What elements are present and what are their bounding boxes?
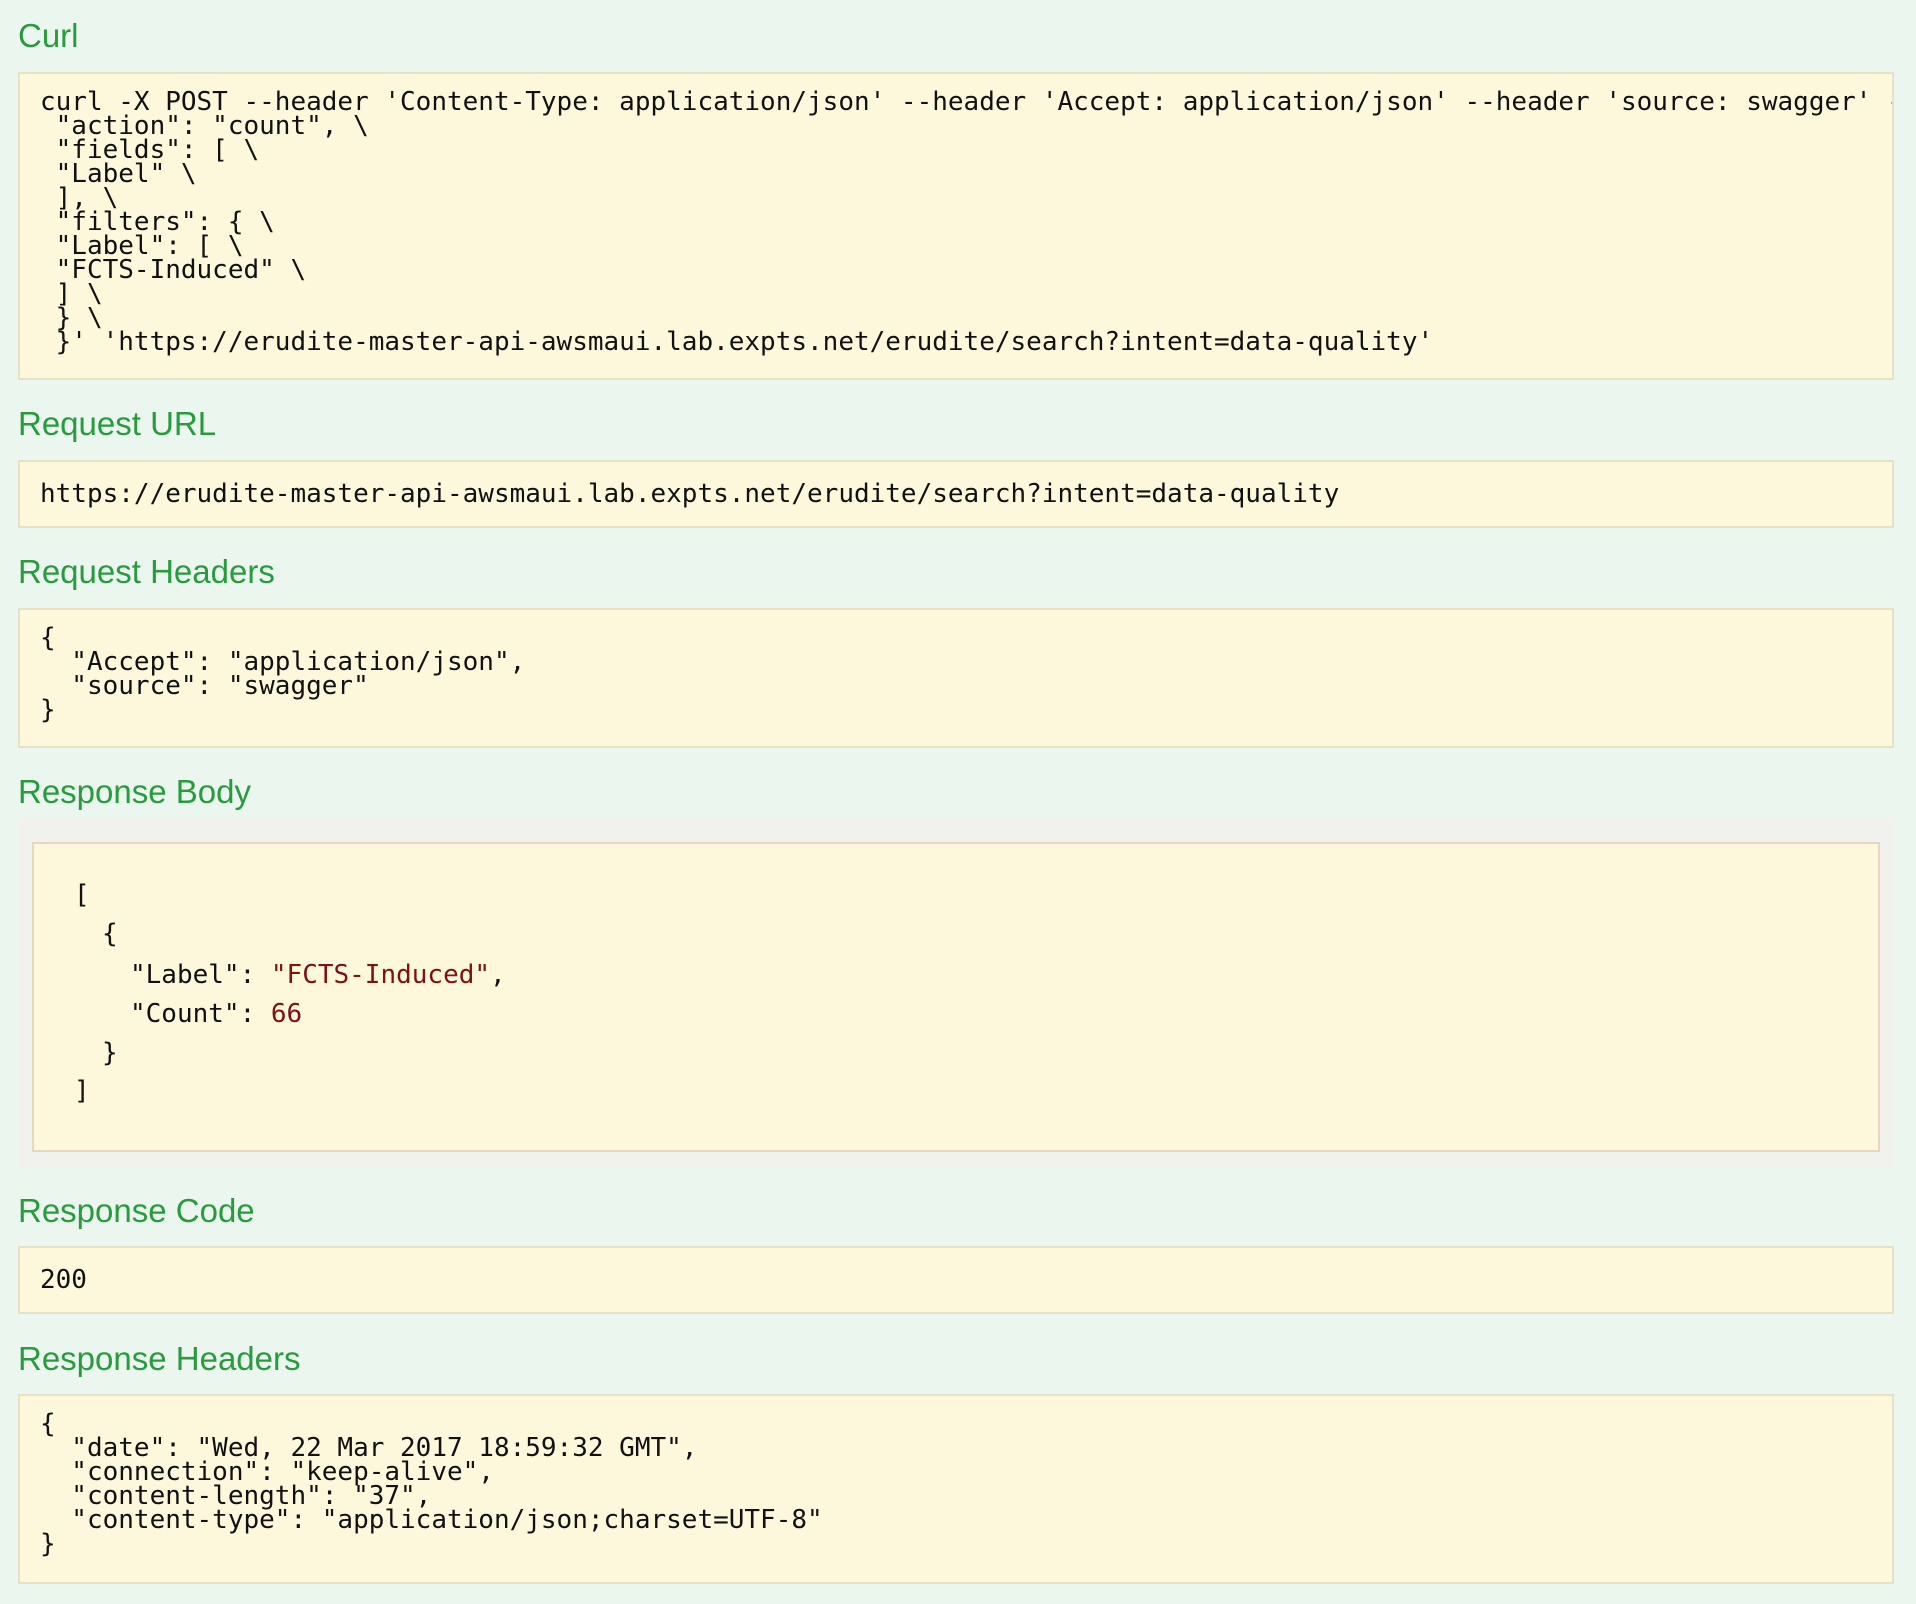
curl-section-title: Curl <box>18 17 79 54</box>
response-body-section-title: Response Body <box>18 773 251 810</box>
response-close-object: } <box>102 1038 118 1068</box>
response-open-array: [ <box>74 880 90 910</box>
api-response-panel: Curl curl -X POST --header 'Content-Type… <box>0 0 1900 1604</box>
request-url-text[interactable]: https://erudite-master-api-awsmaui.lab.e… <box>40 479 1339 509</box>
request-headers-section-title: Request Headers <box>18 553 275 590</box>
response-body-outer-panel: [ { "Label": "FCTS-Induced", "Count": 66… <box>18 818 1894 1168</box>
request-headers-text[interactable]: { "Accept": "application/json", "source"… <box>40 625 525 725</box>
response-label-key: "Label": <box>130 960 271 990</box>
response-count-line: "Count": 66 <box>130 999 302 1029</box>
response-code-block[interactable]: 200 <box>18 1246 1894 1314</box>
response-count-value: 66 <box>270 999 303 1029</box>
response-open-object: { <box>102 919 118 949</box>
response-close-array: ] <box>74 1076 90 1106</box>
response-header-line-6: } <box>40 1529 56 1559</box>
response-body-code-block[interactable]: [ { "Label": "FCTS-Induced", "Count": 66… <box>32 842 1880 1152</box>
response-headers-section-title: Response Headers <box>18 1340 301 1377</box>
curl-line-11: }' 'https://erudite-master-api-awsmaui.l… <box>40 327 1434 357</box>
request-header-line-3: "source": "swagger" <box>40 671 369 701</box>
response-count-key: "Count": <box>130 999 271 1029</box>
response-headers-text[interactable]: { "date": "Wed, 22 Mar 2017 18:59:32 GMT… <box>40 1411 823 1559</box>
request-url-section-title: Request URL <box>18 405 217 442</box>
response-code-value[interactable]: 200 <box>40 1265 87 1295</box>
response-header-line-5: "content-type": "application/json;charse… <box>40 1505 823 1535</box>
request-url-code-block[interactable]: https://erudite-master-api-awsmaui.lab.e… <box>18 460 1894 528</box>
curl-command-text[interactable]: curl -X POST --header 'Content-Type: app… <box>40 89 1892 357</box>
response-label-value: "FCTS-Induced" <box>270 960 491 990</box>
response-headers-code-block[interactable]: { "date": "Wed, 22 Mar 2017 18:59:32 GMT… <box>18 1394 1894 1584</box>
response-code-section-title: Response Code <box>18 1192 255 1229</box>
request-headers-code-block[interactable]: { "Accept": "application/json", "source"… <box>18 608 1894 748</box>
curl-code-block[interactable]: curl -X POST --header 'Content-Type: app… <box>18 72 1894 380</box>
request-header-line-4: } <box>40 695 56 725</box>
response-label-line: "Label": "FCTS-Induced", <box>130 960 506 990</box>
response-label-comma: , <box>490 960 506 990</box>
